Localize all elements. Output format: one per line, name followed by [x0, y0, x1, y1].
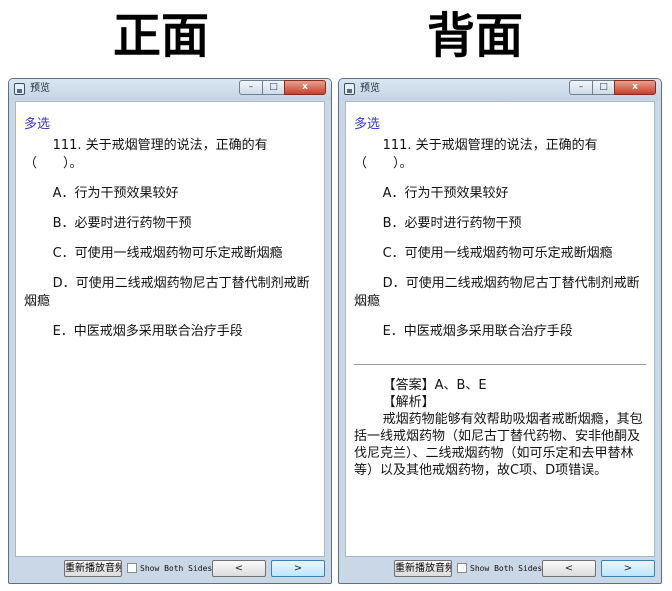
- option-b: B．必要时进行药物干预: [382, 216, 522, 231]
- front-heading: 正面: [112, 8, 209, 64]
- question-type: 多选: [24, 117, 51, 132]
- previous-button[interactable]: <: [212, 560, 266, 577]
- option-c: C．可使用一线戒烟药物可乐定戒断烟瘾: [52, 246, 283, 261]
- title-bar[interactable]: 预览 – □ x: [339, 79, 661, 100]
- next-button[interactable]: >: [271, 560, 325, 577]
- maximize-button[interactable]: □: [592, 80, 615, 95]
- next-button[interactable]: >: [601, 560, 655, 577]
- minimize-button[interactable]: –: [239, 80, 263, 95]
- option-d: D．可使用二线戒烟药物尼古丁替代制剂戒断烟瘾: [354, 276, 640, 309]
- option-e: E．中医戒烟多采用联合治疗手段: [382, 324, 573, 339]
- option-b: B．必要时进行药物干预: [52, 216, 192, 231]
- window-controls: – □ x: [569, 80, 656, 96]
- chevron-right-icon: >: [623, 563, 633, 574]
- maximize-button[interactable]: □: [262, 80, 285, 95]
- option-c: C．可使用一线戒烟药物可乐定戒断烟瘾: [382, 246, 613, 261]
- question-type: 多选: [354, 117, 381, 132]
- minimize-icon: –: [578, 82, 584, 92]
- analysis-text: 戒烟药物能够有效帮助吸烟者戒断烟瘾，其包括一线戒烟药物（如尼古丁替代药物、安非他…: [354, 412, 643, 478]
- card-content-area[interactable]: 多选 111. 关于戒烟管理的说法，正确的有（ ）。 A．行为干预效果较好 B．…: [15, 101, 325, 557]
- replay-audio-button[interactable]: 重新播放音频: [64, 560, 122, 577]
- app-icon: [344, 83, 355, 95]
- window-title: 预览: [30, 83, 50, 94]
- option-e: E．中医戒烟多采用联合治疗手段: [52, 324, 243, 339]
- show-both-sides-label[interactable]: Show Both Sides: [470, 562, 542, 575]
- close-icon: x: [302, 82, 308, 92]
- app-icon: [14, 83, 25, 95]
- window-title: 预览: [360, 83, 380, 94]
- answer-divider: [354, 364, 646, 365]
- maximize-icon: □: [599, 82, 608, 92]
- answer-block: 【答案】A、B、E 【解析】 戒烟药物能够有效帮助吸烟者戒断烟瘾，其包括一线戒烟…: [354, 377, 644, 479]
- title-bar[interactable]: 预览 – □ x: [9, 79, 331, 100]
- question-block: 多选 111. 关于戒烟管理的说法，正确的有（ ）。 A．行为干预效果较好 B．…: [354, 116, 640, 341]
- back-heading: 背面: [426, 8, 523, 64]
- option-a: A．行为干预效果较好: [382, 186, 509, 201]
- preview-window-back: 预览 – □ x 多选 111. 关于戒烟管理的说法，正确的有（ ）。 A．行为…: [338, 78, 662, 584]
- bottom-toolbar: 重新播放音频 Show Both Sides < >: [9, 560, 331, 578]
- previous-button[interactable]: <: [542, 560, 596, 577]
- maximize-icon: □: [269, 82, 278, 92]
- close-button[interactable]: x: [284, 80, 326, 95]
- show-both-sides-checkbox[interactable]: [457, 563, 467, 573]
- question-stem: 111. 关于戒烟管理的说法，正确的有（ ）。: [354, 138, 598, 171]
- question-stem: 111. 关于戒烟管理的说法，正确的有（ ）。: [24, 138, 268, 171]
- chevron-right-icon: >: [293, 563, 303, 574]
- minimize-icon: –: [248, 82, 254, 92]
- close-button[interactable]: x: [614, 80, 656, 95]
- question-block: 多选 111. 关于戒烟管理的说法，正确的有（ ）。 A．行为干预效果较好 B．…: [24, 116, 310, 341]
- window-controls: – □ x: [239, 80, 326, 96]
- option-d: D．可使用二线戒烟药物尼古丁替代制剂戒断烟瘾: [24, 276, 310, 309]
- close-icon: x: [632, 82, 638, 92]
- option-a: A．行为干预效果较好: [52, 186, 179, 201]
- analysis-label: 【解析】: [382, 395, 435, 410]
- answer-line: 【答案】A、B、E: [382, 378, 487, 393]
- minimize-button[interactable]: –: [569, 80, 593, 95]
- show-both-sides-label[interactable]: Show Both Sides: [140, 562, 212, 575]
- replay-audio-button[interactable]: 重新播放音频: [394, 560, 452, 577]
- card-content-area[interactable]: 多选 111. 关于戒烟管理的说法，正确的有（ ）。 A．行为干预效果较好 B．…: [345, 101, 655, 557]
- chevron-left-icon: <: [564, 563, 574, 574]
- chevron-left-icon: <: [234, 563, 244, 574]
- show-both-sides-checkbox[interactable]: [127, 563, 137, 573]
- preview-window-front: 预览 – □ x 多选 111. 关于戒烟管理的说法，正确的有（ ）。 A．行为…: [8, 78, 332, 584]
- bottom-toolbar: 重新播放音频 Show Both Sides < >: [339, 560, 661, 578]
